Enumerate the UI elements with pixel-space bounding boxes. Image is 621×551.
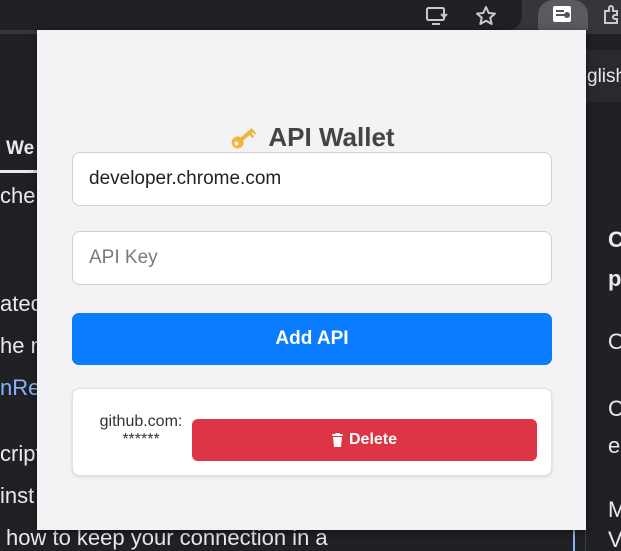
bg-side-text: e xyxy=(608,433,621,458)
bg-side-text: M xyxy=(608,497,621,522)
saved-entry-domain: github.com: xyxy=(99,413,183,430)
bg-text-line: cript xyxy=(0,441,42,466)
delete-button-label: Delete xyxy=(348,431,398,448)
bg-language-label[interactable]: glish xyxy=(587,66,621,88)
bg-link-text[interactable]: nRe xyxy=(0,375,40,401)
saved-entry-site: github.com: ****** xyxy=(91,413,191,449)
bg-side-text: p xyxy=(608,266,621,291)
saved-entry-masked-key: ****** xyxy=(122,431,160,448)
bg-tab-label: We xyxy=(6,138,35,159)
bg-text-line: che xyxy=(0,183,36,208)
bg-side-text: V xyxy=(608,527,621,551)
wallet-extension-icon[interactable] xyxy=(551,2,575,26)
install-app-icon[interactable] xyxy=(425,4,449,28)
page-title: API Wallet xyxy=(268,122,395,152)
bg-side-text: C xyxy=(608,396,621,421)
add-api-button[interactable]: Add API xyxy=(72,313,552,365)
popup-header: API Wallet xyxy=(37,122,586,153)
bg-side-text: C xyxy=(608,227,621,252)
bg-text-line: atec xyxy=(0,291,42,316)
bg-tab-underline xyxy=(0,170,38,173)
delete-button[interactable]: Delete xyxy=(192,419,537,461)
key-icon xyxy=(228,126,258,150)
saved-api-entry: github.com: ****** Delete xyxy=(72,388,552,476)
browser-toolbar xyxy=(0,0,621,34)
api-wallet-popup: API Wallet Add API github.com: ****** De… xyxy=(37,30,586,530)
side-panel xyxy=(585,50,621,551)
extensions-puzzle-icon[interactable] xyxy=(600,2,621,26)
bg-text-line: inst xyxy=(0,483,35,508)
trash-icon xyxy=(331,433,343,447)
api-key-input[interactable] xyxy=(72,231,552,285)
bookmark-star-icon[interactable] xyxy=(474,4,498,28)
site-input[interactable] xyxy=(72,152,552,206)
bg-side-text: O xyxy=(608,329,621,354)
